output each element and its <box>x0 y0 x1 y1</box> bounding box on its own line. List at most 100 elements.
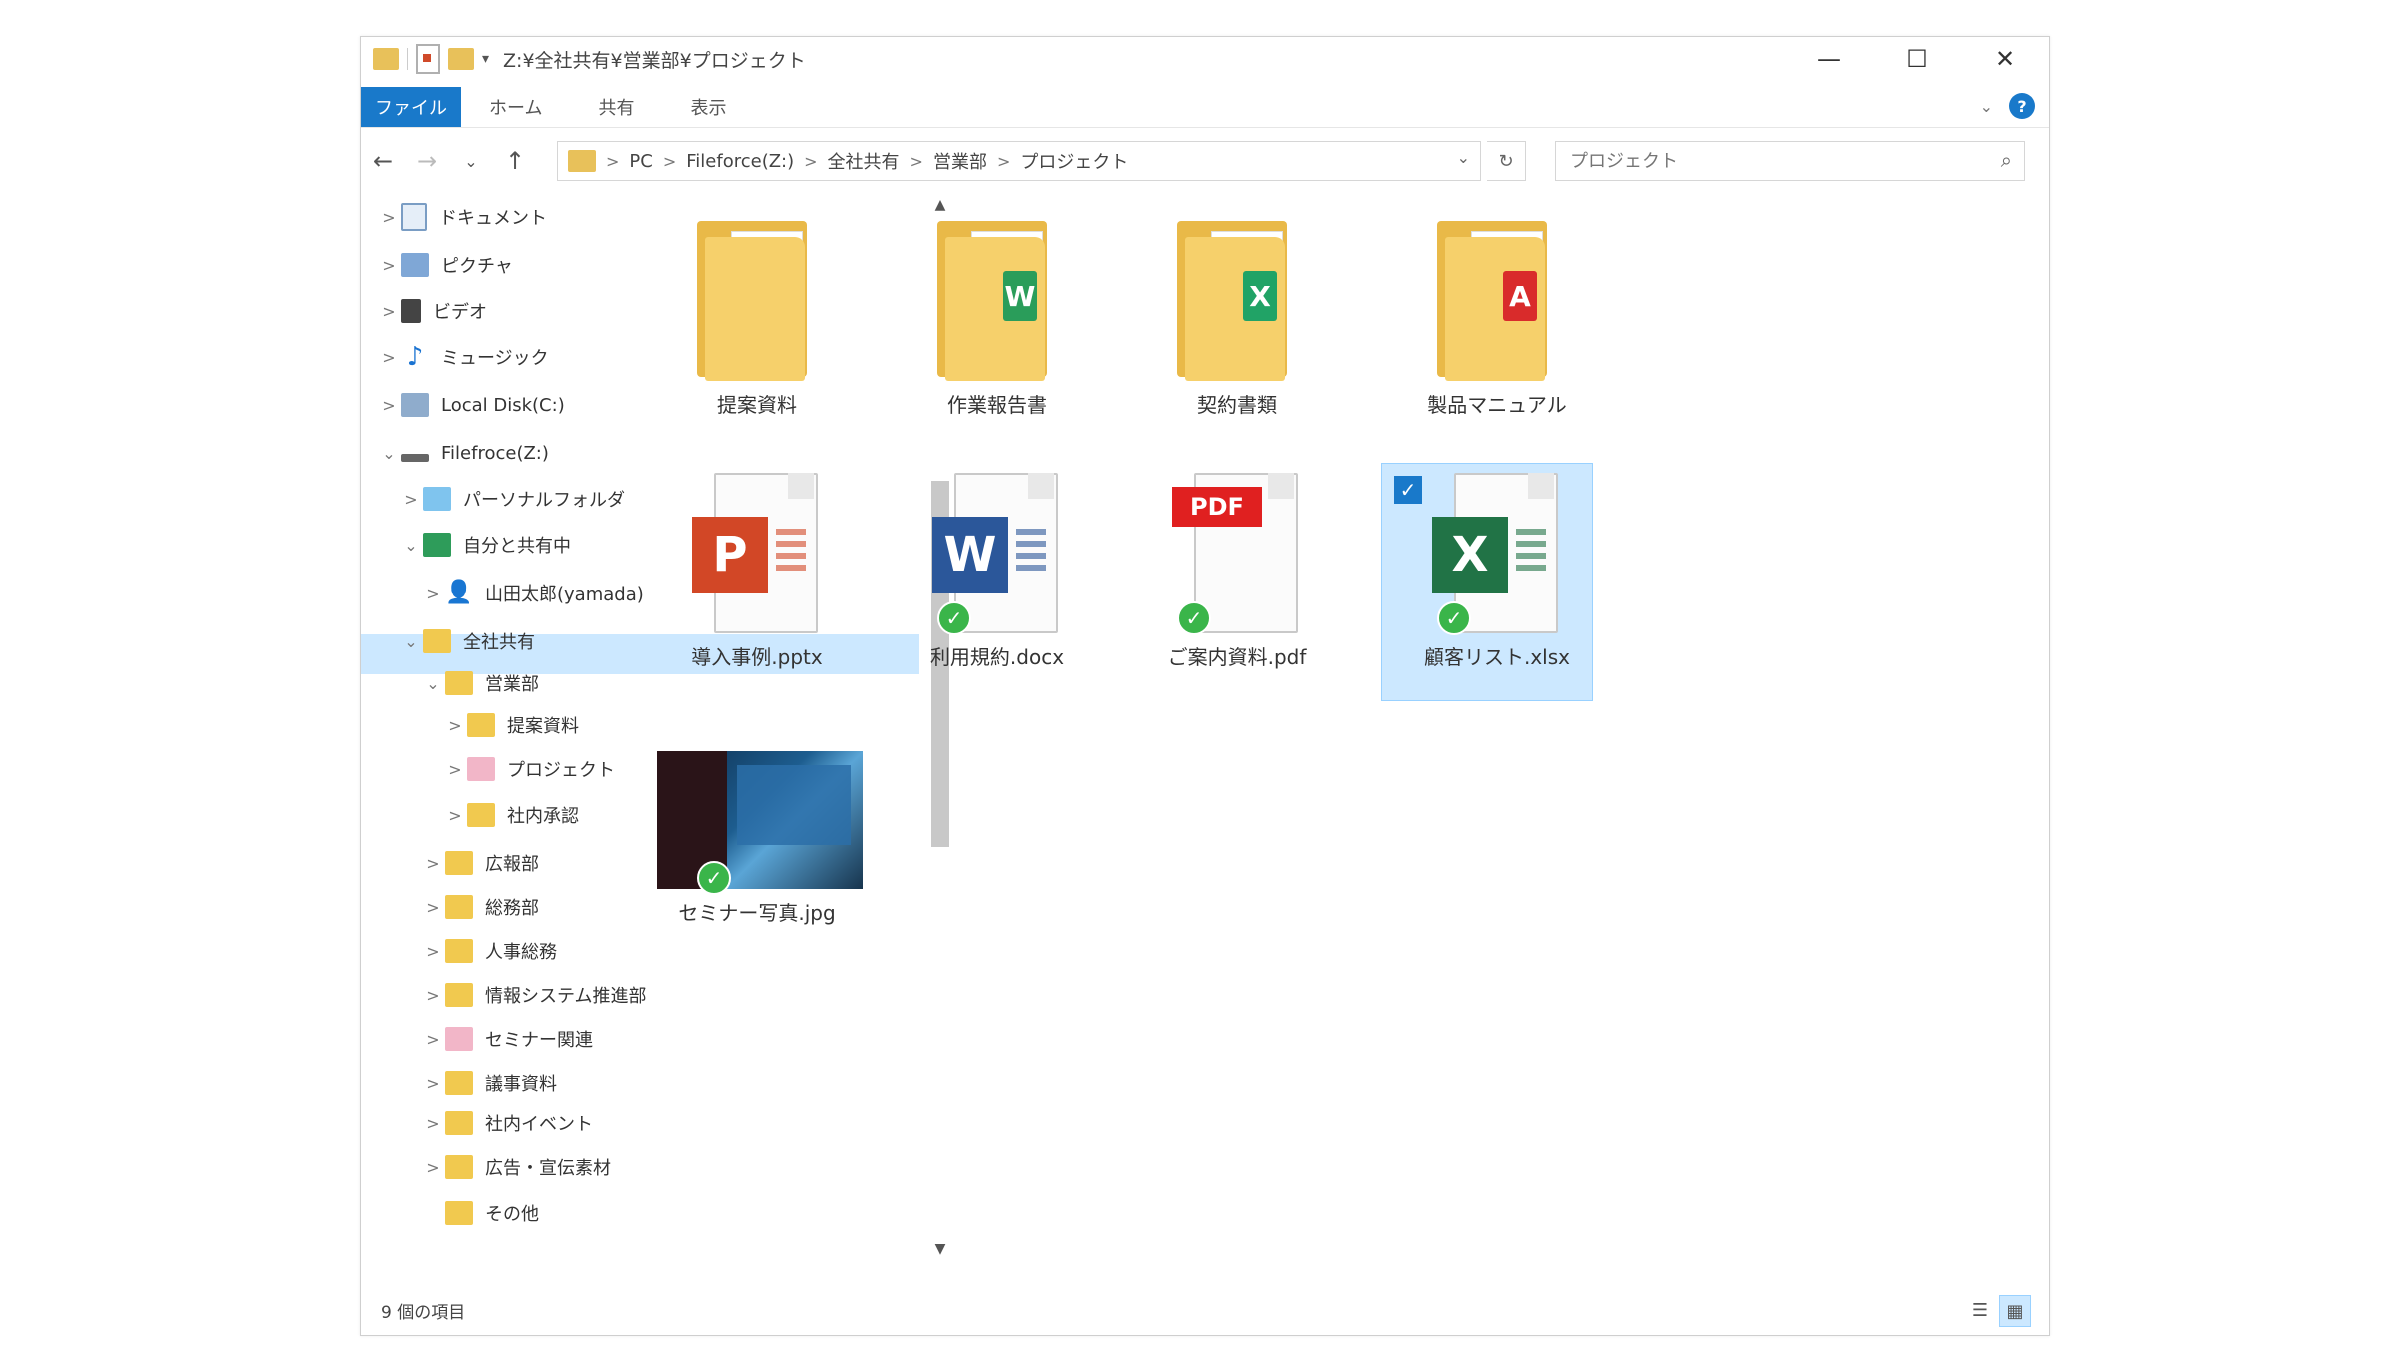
tree-item[interactable]: > 社内承認 <box>443 795 579 835</box>
tree-item[interactable]: > セミナー関連 <box>421 1019 593 1059</box>
tab-share[interactable]: 共有 <box>570 94 662 120</box>
tree-item[interactable]: > 総務部 <box>421 887 539 927</box>
properties-icon[interactable] <box>416 44 440 74</box>
tab-view[interactable]: 表示 <box>662 94 754 120</box>
breadcrumb-project[interactable]: プロジェクト <box>1020 148 1128 174</box>
expand-chevron-icon[interactable]: > <box>377 348 401 367</box>
tab-home[interactable]: ホーム <box>461 94 570 120</box>
breadcrumb-pc[interactable]: PC <box>629 151 652 172</box>
recent-locations-button[interactable]: ⌄ <box>449 152 493 171</box>
back-button[interactable]: ← <box>361 147 405 175</box>
expand-chevron-icon[interactable]: > <box>421 898 445 917</box>
details-view-button[interactable]: ☰ <box>1965 1295 1995 1325</box>
expand-chevron-icon[interactable]: > <box>443 806 467 825</box>
tree-item[interactable]: > プロジェクト <box>443 749 615 789</box>
tree-item[interactable]: ⌄ 全社共有 <box>399 621 535 661</box>
file-item[interactable]: W ✓ 利用規約.docx <box>897 473 1097 670</box>
tab-file[interactable]: ファイル <box>361 87 461 127</box>
folder-item[interactable]: A 製品マニュアル <box>1397 221 1597 418</box>
expand-chevron-icon[interactable]: > <box>421 584 445 603</box>
file-item[interactable]: X ✓ 顧客リスト.xlsx <box>1397 473 1597 670</box>
maximize-button[interactable]: ☐ <box>1873 37 1961 81</box>
tree-item[interactable]: > パーソナルフォルダ <box>399 479 625 519</box>
tree-item[interactable]: > 人事総務 <box>421 931 557 971</box>
drive-icon <box>401 454 429 462</box>
folder-icon[interactable] <box>373 48 399 70</box>
tree-item[interactable]: ⌄ Filefroce(Z:) <box>377 433 549 473</box>
expand-chevron-icon[interactable]: > <box>421 986 445 1005</box>
up-button[interactable]: ↑ <box>493 147 537 175</box>
folder-item[interactable]: X 契約書類 <box>1137 221 1337 418</box>
minimize-button[interactable]: — <box>1785 37 1873 81</box>
collapse-chevron-icon[interactable]: ⌄ <box>399 632 423 651</box>
forward-button[interactable]: → <box>405 147 449 175</box>
expand-chevron-icon[interactable]: > <box>421 1158 445 1177</box>
tree-item[interactable]: > Local Disk(C:) <box>377 385 565 425</box>
ribbon-tabs: ファイル ホーム 共有 表示 ⌄ ? <box>361 87 2049 128</box>
expand-chevron-icon[interactable]: > <box>377 208 401 227</box>
customize-toolbar-chevron-icon[interactable]: ▾ <box>482 51 489 67</box>
address-bar[interactable]: > PC > Fileforce(Z:) > 全社共有 > 営業部 > プロジェ… <box>557 141 1481 181</box>
folder-icon: W <box>937 221 1057 381</box>
expand-chevron-icon[interactable]: > <box>421 1114 445 1133</box>
tree-item[interactable]: > ドキュメント <box>377 197 547 237</box>
expand-chevron-icon[interactable]: > <box>421 854 445 873</box>
breadcrumb-sales[interactable]: 営業部 <box>933 148 987 174</box>
expand-chevron-icon[interactable]: > <box>443 760 467 779</box>
tree-item[interactable]: > 広告・宣伝素材 <box>421 1147 611 1187</box>
tree-item[interactable]: ⌄ 自分と共有中 <box>399 525 571 565</box>
breadcrumb-company-share[interactable]: 全社共有 <box>828 148 900 174</box>
tree-item[interactable]: ⌄ 営業部 <box>421 663 539 703</box>
expand-chevron-icon[interactable]: > <box>421 942 445 961</box>
expand-chevron-icon[interactable]: > <box>443 716 467 735</box>
tree-item[interactable]: > 情報システム推進部 <box>421 975 646 1015</box>
tree-item[interactable]: > 社内イベント <box>421 1103 593 1143</box>
tree-item-label: パーソナルフォルダ <box>463 490 625 511</box>
expand-chevron-icon[interactable]: > <box>421 1030 445 1049</box>
tree-item[interactable]: > 広報部 <box>421 843 539 883</box>
folder-item[interactable]: 提案資料 <box>657 221 857 418</box>
tree-item[interactable]: > 議事資料 <box>421 1063 557 1103</box>
file-item[interactable]: PDF ✓ ご案内資料.pdf <box>1137 473 1337 670</box>
expand-chevron-icon[interactable]: > <box>377 256 401 275</box>
search-icon: ⌕ <box>2000 148 2012 172</box>
folder-icon <box>423 629 451 653</box>
search-input[interactable] <box>1568 149 1972 173</box>
tree-item[interactable]: > ♪ ミュージック <box>377 337 548 377</box>
tree-item-label: 自分と共有中 <box>463 536 571 557</box>
scroll-down-icon[interactable]: ▼ <box>931 1241 949 1257</box>
tree-item[interactable]: > ビデオ <box>377 291 487 331</box>
expand-chevron-icon[interactable]: > <box>399 490 423 509</box>
tree-item-label: ピクチャ <box>441 256 513 277</box>
file-name-label: 提案資料 <box>717 393 797 417</box>
file-item[interactable]: ✓ セミナー写真.jpg <box>657 751 863 926</box>
tree-item[interactable]: > 👤 山田太郎(yamada) <box>421 573 643 613</box>
expand-ribbon-chevron-icon[interactable]: ⌄ <box>1980 97 1993 116</box>
file-item[interactable]: P 導入事例.pptx <box>657 473 857 670</box>
tree-item-label: Filefroce(Z:) <box>441 442 549 464</box>
file-name-label: 利用規約.docx <box>929 645 1065 669</box>
expand-chevron-icon[interactable]: > <box>377 302 401 321</box>
scroll-up-icon[interactable]: ▲ <box>931 197 949 213</box>
collapse-chevron-icon[interactable]: ⌄ <box>399 536 423 555</box>
close-button[interactable]: ✕ <box>1961 37 2049 81</box>
tree-item-label: 広報部 <box>485 854 539 875</box>
tree-item-label: 人事総務 <box>485 942 557 963</box>
tree-item[interactable]: > ピクチャ <box>377 245 513 285</box>
new-folder-icon[interactable] <box>448 48 474 70</box>
address-dropdown-icon[interactable]: ⌄ <box>1457 148 1470 167</box>
tree-item[interactable]: その他 <box>421 1193 539 1233</box>
breadcrumb-filefroce[interactable]: Fileforce(Z:) <box>686 151 794 172</box>
expand-chevron-icon[interactable]: > <box>377 396 401 415</box>
refresh-button[interactable]: ↻ <box>1487 141 1526 181</box>
tree-item[interactable]: > 提案資料 <box>443 705 579 745</box>
collapse-chevron-icon[interactable]: ⌄ <box>421 674 445 693</box>
folder-icon <box>445 1111 473 1135</box>
expand-chevron-icon[interactable]: > <box>421 1074 445 1093</box>
search-box[interactable]: ⌕ <box>1555 141 2025 181</box>
large-icons-view-button[interactable]: ▦ <box>1999 1295 2031 1327</box>
status-item-count: 9 個の項目 <box>381 1303 466 1323</box>
help-button[interactable]: ? <box>2009 93 2035 119</box>
collapse-chevron-icon[interactable]: ⌄ <box>377 444 401 463</box>
folder-item[interactable]: W 作業報告書 <box>897 221 1097 418</box>
